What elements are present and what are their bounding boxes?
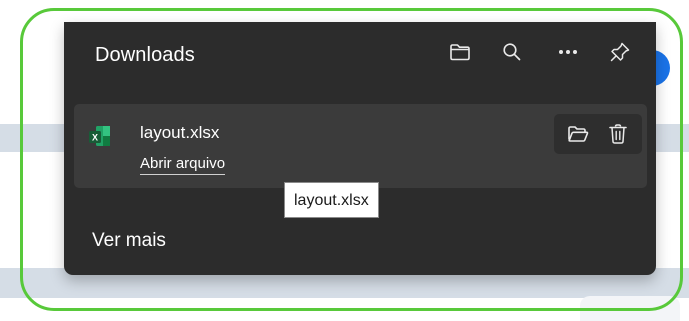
panel-title: Downloads [95,44,195,66]
open-folder-icon [567,124,589,144]
file-name[interactable]: layout.xlsx [140,123,219,143]
delete-icon [608,123,628,145]
download-item[interactable]: X layout.xlsx Abrir arquivo [74,104,647,188]
svg-text:X: X [92,133,98,143]
see-more-link[interactable]: Ver mais [92,230,166,252]
item-actions [554,114,642,154]
excel-file-icon: X [88,124,112,148]
open-downloads-folder-button[interactable] [444,36,476,68]
pin-icon [609,41,631,63]
open-file-link[interactable]: Abrir arquivo [140,156,226,175]
delete-download-button[interactable] [602,118,634,150]
downloads-panel: Downloads X layout.xlsx Abrir arquivo Ve… [64,22,656,275]
more-icon [558,49,578,55]
pin-downloads-button[interactable] [604,36,636,68]
show-in-folder-button[interactable] [562,118,594,150]
file-name-tooltip: layout.xlsx [284,182,379,218]
folder-icon [449,42,471,62]
more-options-button[interactable] [552,36,584,68]
search-icon [502,42,522,62]
search-downloads-button[interactable] [496,36,528,68]
